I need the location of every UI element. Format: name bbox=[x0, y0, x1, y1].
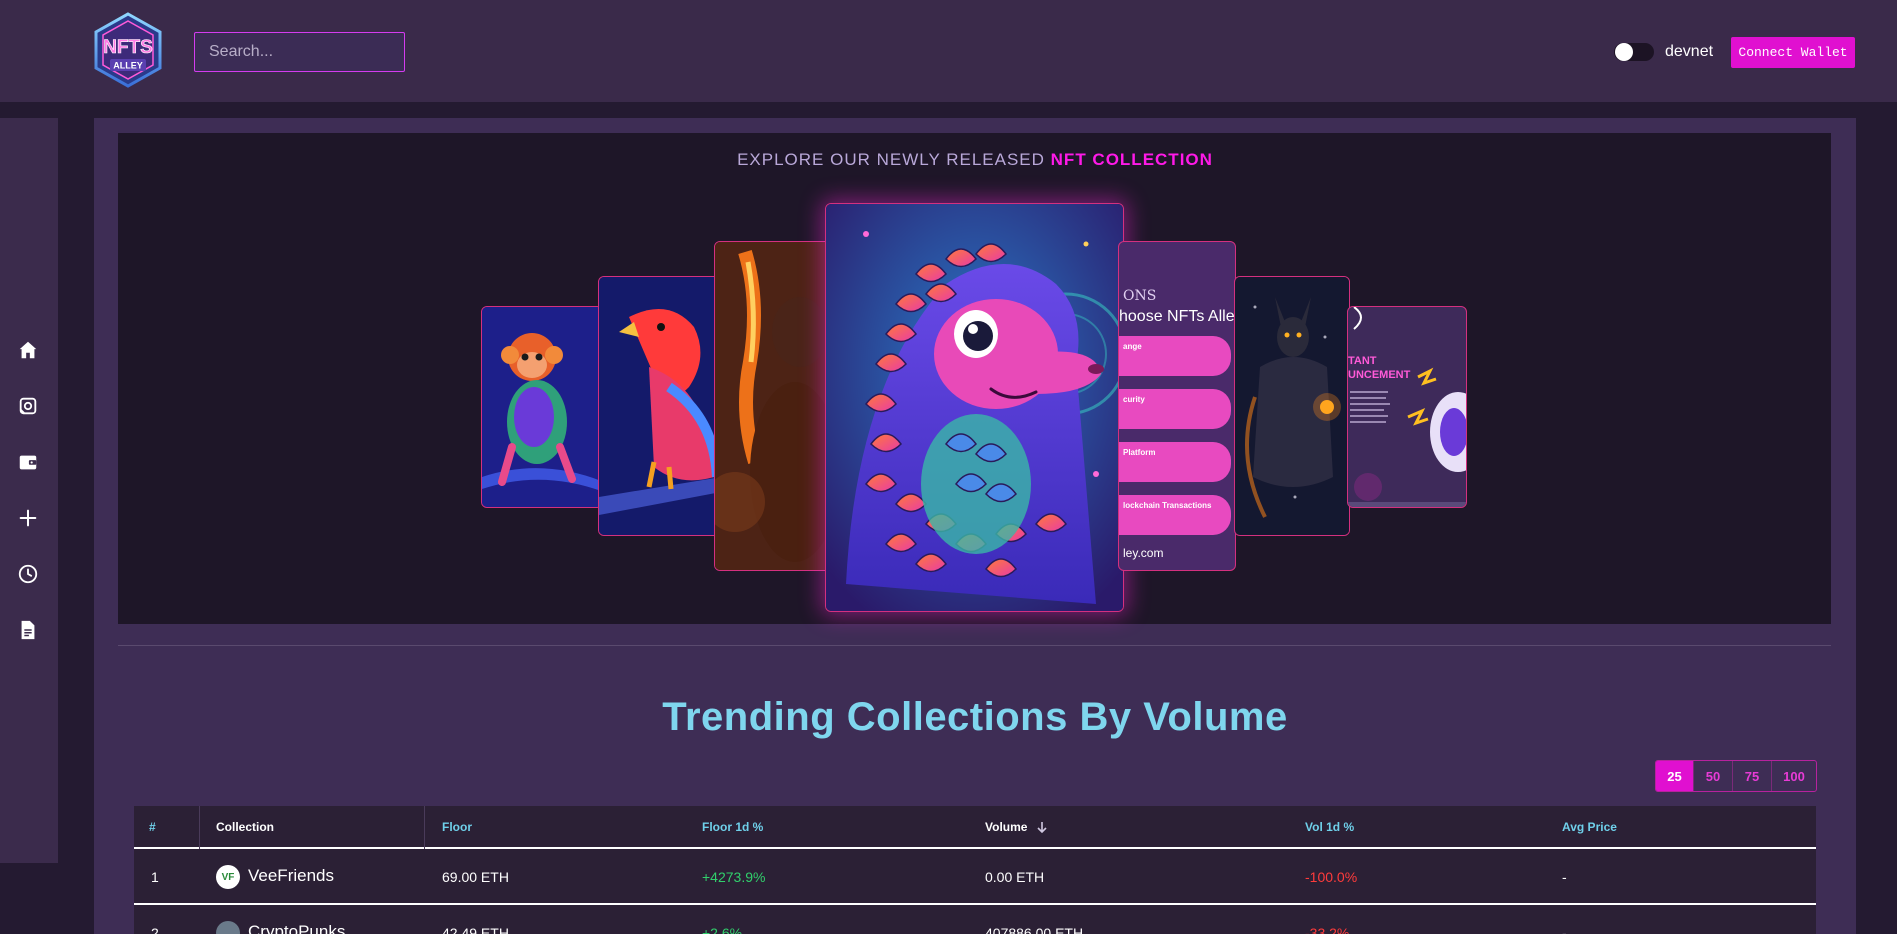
section-divider bbox=[118, 645, 1831, 646]
top-header: NFTS ALLEY devnet Connect Wallet bbox=[0, 0, 1897, 102]
hero-title-accent: NFT COLLECTION bbox=[1050, 150, 1213, 169]
clock-icon[interactable] bbox=[16, 562, 40, 586]
card-pill-1: ange bbox=[1119, 336, 1231, 376]
row-rank: 1 bbox=[151, 869, 159, 885]
card-pill-3: Platform bbox=[1119, 442, 1231, 482]
nfts-alley-logo[interactable]: NFTS ALLEY bbox=[92, 12, 164, 88]
card-footer: ley.com bbox=[1123, 546, 1164, 560]
carousel-card-announcement[interactable]: TANT UNCEMENT bbox=[1347, 306, 1467, 508]
sort-down-icon bbox=[1037, 822, 1047, 834]
col-floor-1d[interactable]: Floor 1d % bbox=[702, 820, 763, 834]
hero-title-prefix: EXPLORE OUR NEWLY RELEASED bbox=[737, 150, 1045, 169]
card-pill-4: lockchain Transactions bbox=[1119, 495, 1231, 535]
page-size-100[interactable]: 100 bbox=[1772, 761, 1816, 791]
col-rank[interactable]: # bbox=[149, 820, 156, 834]
column-separator bbox=[424, 806, 425, 849]
explore-icon[interactable] bbox=[16, 394, 40, 418]
carousel-card-eagle[interactable] bbox=[598, 276, 720, 536]
collection-avatar: VF bbox=[216, 865, 240, 889]
network-label: devnet bbox=[1665, 43, 1714, 60]
row-volume: 407886.00 ETH bbox=[985, 925, 1084, 934]
row-floor: 42.49 ETH bbox=[442, 925, 509, 934]
row-avg-price: - bbox=[1562, 869, 1567, 885]
logo-text-top: NFTS bbox=[103, 37, 153, 58]
search-input[interactable] bbox=[194, 32, 405, 72]
page-size-selector: 25 50 75 100 bbox=[1655, 760, 1817, 792]
row-vol-1d: -100.0% bbox=[1305, 869, 1358, 885]
connect-wallet-button[interactable]: Connect Wallet bbox=[1731, 37, 1855, 68]
col-collection[interactable]: Collection bbox=[216, 820, 274, 834]
carousel-card-pangolin-featured[interactable] bbox=[825, 203, 1124, 612]
table-row[interactable]: 2 CryptoPunks 42.49 ETH +2.6% 407886.00 … bbox=[134, 905, 1816, 934]
card-pill-2: curity bbox=[1119, 389, 1231, 429]
collection-name[interactable]: VeeFriends bbox=[248, 866, 334, 886]
row-rank: 2 bbox=[151, 925, 159, 934]
trending-title: Trending Collections By Volume bbox=[662, 695, 1288, 739]
row-volume: 0.00 ETH bbox=[985, 869, 1045, 885]
row-floor-1d: +4273.9% bbox=[702, 869, 766, 885]
row-avg-price: - bbox=[1562, 925, 1567, 934]
carousel-card-dark-knight[interactable] bbox=[1234, 276, 1350, 536]
col-floor[interactable]: Floor bbox=[442, 820, 472, 834]
page-size-25[interactable]: 25 bbox=[1656, 761, 1694, 791]
logo-text-bottom: ALLEY bbox=[113, 61, 143, 71]
hero-title: EXPLORE OUR NEWLY RELEASED NFT COLLECTIO… bbox=[0, 150, 1897, 170]
card-heading: hoose NFTs Alle bbox=[1119, 308, 1235, 325]
table-header: # Collection Floor Floor 1d % Volume Vol… bbox=[134, 806, 1816, 849]
col-avg-price[interactable]: Avg Price bbox=[1562, 820, 1617, 834]
carousel-card-fire-warrior[interactable] bbox=[714, 241, 836, 571]
home-icon[interactable] bbox=[16, 338, 40, 362]
collection-name[interactable]: CryptoPunks bbox=[248, 922, 345, 934]
carousel-card-monkey[interactable] bbox=[481, 306, 603, 508]
column-separator bbox=[199, 806, 200, 849]
carousel-card-why-choose[interactable]: ONS hoose NFTs Alle ange curity Platform… bbox=[1118, 241, 1236, 571]
sidebar bbox=[0, 118, 58, 863]
card-heading-small: ONS bbox=[1123, 288, 1157, 304]
row-floor: 69.00 ETH bbox=[442, 869, 509, 885]
row-vol-1d: -33.2% bbox=[1305, 925, 1350, 934]
wallet-icon[interactable] bbox=[16, 450, 40, 474]
row-floor-1d: +2.6% bbox=[702, 925, 743, 934]
network-toggle[interactable] bbox=[1614, 43, 1654, 61]
document-icon[interactable] bbox=[16, 618, 40, 642]
col-volume[interactable]: Volume bbox=[985, 820, 1049, 834]
page-size-75[interactable]: 75 bbox=[1733, 761, 1772, 791]
table-row[interactable]: 1 VF VeeFriends 69.00 ETH +4273.9% 0.00 … bbox=[134, 849, 1816, 905]
collection-avatar bbox=[216, 921, 240, 934]
toggle-knob bbox=[1615, 43, 1633, 61]
col-vol-1d[interactable]: Vol 1d % bbox=[1305, 820, 1354, 834]
page-size-50[interactable]: 50 bbox=[1694, 761, 1733, 791]
trending-table: # Collection Floor Floor 1d % Volume Vol… bbox=[134, 806, 1816, 934]
plus-icon[interactable] bbox=[16, 506, 40, 530]
